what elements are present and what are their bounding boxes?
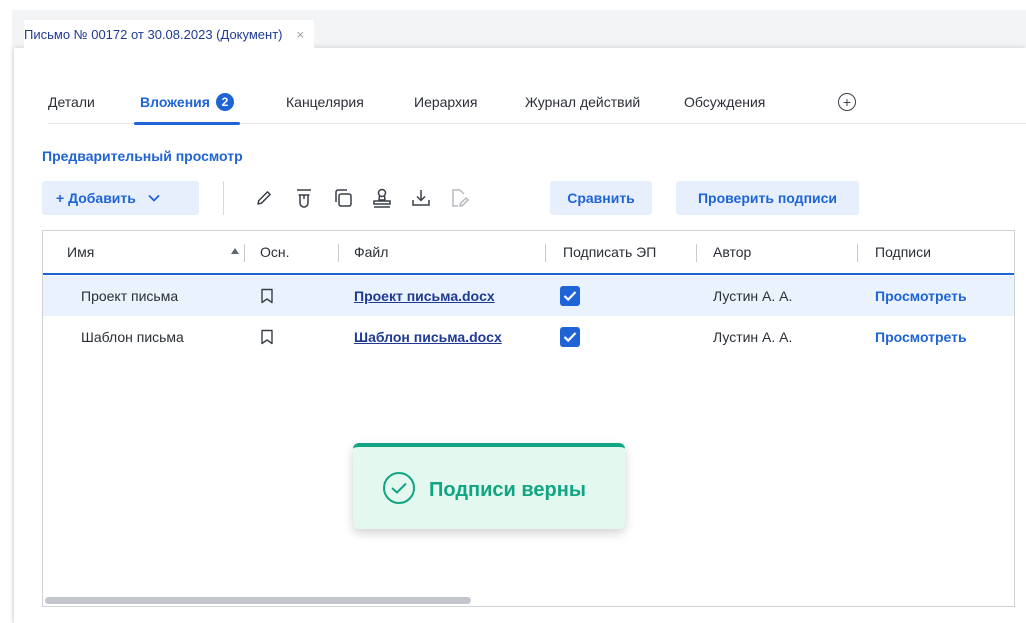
column-header-sign[interactable]: Подписать ЭП bbox=[563, 231, 656, 273]
tab-action-log[interactable]: Журнал действий bbox=[525, 80, 640, 124]
document-tab-title: Письмо № 00172 от 30.08.2023 (Документ) bbox=[24, 26, 283, 42]
tab-details-label: Детали bbox=[48, 94, 95, 110]
view-signatures-link[interactable]: Просмотреть bbox=[875, 329, 967, 345]
check-signatures-button-label: Проверить подписи bbox=[697, 190, 838, 206]
preview-link[interactable]: Предварительный просмотр bbox=[42, 148, 243, 164]
add-button-label: + Добавить bbox=[56, 190, 136, 206]
tab-discussions[interactable]: Обсуждения bbox=[684, 80, 765, 124]
delete-icon[interactable] bbox=[291, 185, 317, 211]
compare-button-label: Сравнить bbox=[567, 190, 635, 206]
bookmark-icon[interactable] bbox=[260, 276, 274, 316]
sign-checkbox[interactable] bbox=[560, 327, 580, 347]
pencil-icon[interactable] bbox=[251, 185, 277, 211]
tab-action-log-label: Журнал действий bbox=[525, 94, 641, 110]
row-author: Лустин А. А. bbox=[713, 288, 793, 304]
column-divider bbox=[545, 244, 546, 262]
table-row[interactable]: Шаблон письма Шаблон письма.docx Лустин … bbox=[43, 317, 1014, 357]
tab-discussions-label: Обсуждения bbox=[684, 94, 766, 110]
sort-asc-icon[interactable] bbox=[231, 248, 239, 254]
column-header-author[interactable]: Автор bbox=[713, 231, 751, 273]
toolbar-divider bbox=[223, 181, 224, 215]
tab-office[interactable]: Канцелярия bbox=[286, 80, 364, 124]
toast-message: Подписи верны bbox=[429, 479, 586, 501]
check-signatures-button[interactable]: Проверить подписи bbox=[676, 181, 859, 215]
tab-attachments-label: Вложения bbox=[140, 94, 210, 110]
plus-circle-icon: + bbox=[838, 93, 856, 111]
attachments-count-badge: 2 bbox=[215, 93, 234, 111]
add-tab-button[interactable]: + bbox=[838, 80, 856, 124]
stamp-icon[interactable] bbox=[369, 185, 395, 211]
column-divider bbox=[857, 244, 858, 262]
close-icon[interactable]: × bbox=[297, 27, 305, 42]
view-signatures-link[interactable]: Просмотреть bbox=[875, 288, 967, 304]
tab-office-label: Канцелярия bbox=[286, 94, 364, 110]
row-author: Лустин А. А. bbox=[713, 329, 793, 345]
column-header-file[interactable]: Файл bbox=[354, 231, 388, 273]
compare-button[interactable]: Сравнить bbox=[550, 181, 652, 215]
horizontal-scrollbar[interactable] bbox=[45, 597, 471, 604]
row-name: Шаблон письма bbox=[81, 329, 184, 345]
download-icon[interactable] bbox=[408, 185, 434, 211]
copy-icon[interactable] bbox=[330, 185, 356, 211]
check-circle-icon bbox=[383, 472, 415, 504]
document-tab[interactable]: Письмо № 00172 от 30.08.2023 (Документ) … bbox=[24, 20, 315, 48]
add-button[interactable]: + Добавить bbox=[42, 181, 199, 215]
sign-checkbox[interactable] bbox=[560, 286, 580, 306]
row-name: Проект письма bbox=[81, 288, 179, 304]
tab-hierarchy-label: Иерархия bbox=[414, 94, 478, 110]
file-link[interactable]: Проект письма.docx bbox=[354, 288, 495, 304]
file-link[interactable]: Шаблон письма.docx bbox=[354, 329, 502, 345]
tab-hierarchy[interactable]: Иерархия bbox=[414, 80, 477, 124]
column-header-signatures[interactable]: Подписи bbox=[875, 231, 931, 273]
tab-attachments[interactable]: Вложения 2 bbox=[134, 80, 240, 125]
column-header-name[interactable]: Имя bbox=[67, 231, 94, 273]
tab-details[interactable]: Детали bbox=[48, 80, 95, 124]
signatures-valid-toast: Подписи верны bbox=[353, 443, 625, 529]
chevron-down-icon bbox=[148, 191, 160, 205]
toolbar: + Добавить Сравнить Проверить подписи bbox=[42, 181, 942, 215]
column-header-main[interactable]: Осн. bbox=[260, 231, 290, 273]
file-edit-icon[interactable] bbox=[446, 185, 472, 211]
column-divider bbox=[338, 244, 339, 262]
table-row[interactable]: Проект письма Проект письма.docx Лустин … bbox=[43, 276, 1014, 316]
column-divider bbox=[244, 244, 245, 262]
tab-bar: Детали Вложения 2 Канцелярия Иерархия Жу… bbox=[48, 80, 1026, 125]
table-header: Имя Осн. Файл Подписать ЭП Автор Подписи bbox=[43, 231, 1014, 275]
bookmark-icon[interactable] bbox=[260, 317, 274, 357]
attachments-table: Имя Осн. Файл Подписать ЭП Автор Подписи… bbox=[42, 230, 1015, 607]
column-divider bbox=[696, 244, 697, 262]
